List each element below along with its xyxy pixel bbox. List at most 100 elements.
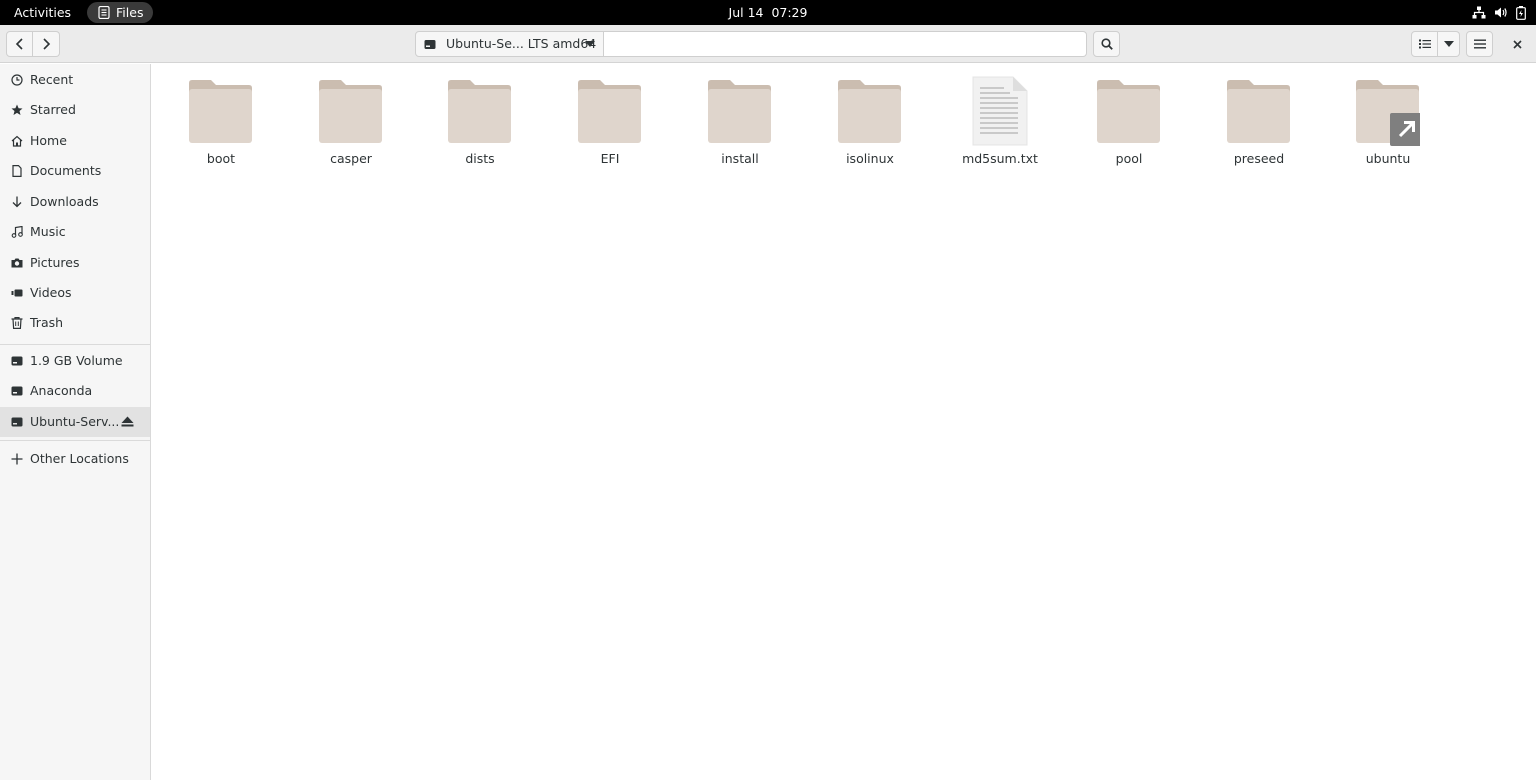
file-item-preseed[interactable]: preseed [1204,76,1314,172]
header-bar: Ubuntu-Se... LTS amd64 [0,25,1536,63]
video-icon [11,287,23,299]
battery-icon[interactable] [1516,5,1526,20]
sidebar-item-other-locations[interactable]: Other Locations [0,444,150,474]
folder-icon [578,76,642,146]
sidebar-divider [0,344,150,345]
sidebar-item-label: Documents [30,163,102,178]
back-button[interactable] [6,31,33,57]
back-icon [15,38,25,50]
file-name: md5sum.txt [962,151,1038,166]
file-item-isolinux[interactable]: isolinux [815,76,925,172]
sidebar-item-anaconda[interactable]: Anaconda [0,376,150,406]
download-icon [11,196,23,208]
sidebar-item-trash[interactable]: Trash [0,308,150,338]
clock-date[interactable]: Jul 14 [729,5,764,20]
trash-icon [11,317,23,329]
hamburger-menu-icon [1473,39,1486,49]
sidebar-item-label: Starred [30,102,76,117]
file-name: isolinux [846,151,894,166]
sidebar-item-starred[interactable]: Starred [0,95,150,125]
sidebar-item-documents[interactable]: Documents [0,156,150,186]
file-item-md5sum[interactable]: md5sum.txt [945,76,1055,172]
home-icon [11,135,23,147]
sidebar-item-recent[interactable]: Recent [0,65,150,95]
sidebar-item-home[interactable]: Home [0,126,150,156]
sidebar-item-label: Trash [30,315,64,330]
eject-icon[interactable] [121,416,134,427]
drive-icon [11,385,23,397]
file-name: boot [206,151,236,166]
plus-icon [11,453,23,465]
volume-icon[interactable] [1494,6,1508,19]
drive-icon [424,39,436,50]
list-view-button[interactable] [1411,31,1438,57]
file-name: pool [1115,151,1143,166]
folder-symlink-icon [1356,76,1420,146]
dropdown-icon[interactable] [585,41,595,47]
list-view-icon [1418,39,1431,49]
clock-icon [11,74,23,86]
file-item-ubuntu[interactable]: ubuntu [1333,76,1443,172]
location-entry[interactable] [604,31,1087,57]
view-options-button[interactable] [1438,31,1460,57]
camera-icon [11,257,23,269]
top-bar: Activities Files Jul 14 07:29 [0,0,1536,25]
forward-button[interactable] [33,31,60,57]
sidebar-item-label: Ubuntu-Serv... [30,414,120,429]
folder-icon [448,76,512,146]
clock: Jul 14 07:29 [0,0,1536,25]
sidebar-item-label: Recent [30,72,74,87]
network-wired-icon[interactable] [1472,6,1486,19]
files-app-icon [98,6,110,19]
sidebar: Recent Starred Home Documents Downloads … [0,64,151,780]
sidebar-item-ubuntu-server[interactable]: Ubuntu-Serv... [0,407,150,437]
sidebar-item-pictures[interactable]: Pictures [0,248,150,278]
location-path-button[interactable]: Ubuntu-Se... LTS amd64 [415,31,604,57]
system-tray[interactable] [1472,0,1526,25]
file-item-efi[interactable]: EFI [555,76,665,172]
sidebar-item-label: Anaconda [30,383,93,398]
sidebar-item-downloads[interactable]: Downloads [0,187,150,217]
main-menu-button[interactable] [1466,31,1493,57]
file-item-boot[interactable]: boot [166,76,276,172]
sidebar-item-label: Videos [30,285,72,300]
sidebar-item-music[interactable]: Music [0,217,150,247]
folder-icon [1227,76,1291,146]
file-name: casper [330,151,372,166]
folder-icon [189,76,253,146]
folder-icon [708,76,772,146]
folder-icon [838,76,902,146]
sidebar-item-label: Music [30,224,66,239]
sidebar-item-videos[interactable]: Videos [0,278,150,308]
clock-time[interactable]: 07:29 [771,5,807,20]
sidebar-item-label: Downloads [30,194,99,209]
sidebar-item-label: 1.9 GB Volume [30,353,123,368]
file-name: preseed [1233,151,1285,166]
folder-icon [319,76,383,146]
search-icon [1100,38,1113,50]
activities-button[interactable]: Activities [14,5,71,20]
app-menu-button[interactable]: Files [87,2,154,23]
text-file-icon [968,76,1032,146]
file-item-pool[interactable]: pool [1074,76,1184,172]
sidebar-divider [0,440,150,441]
location-label: Ubuntu-Se... LTS amd64 [446,36,597,51]
file-item-install[interactable]: install [685,76,795,172]
star-icon [11,104,23,116]
sidebar-item-label: Other Locations [30,451,129,466]
close-window-button[interactable] [1505,31,1529,57]
search-button[interactable] [1093,31,1120,57]
file-grid: boot casper dists EFI install isolinux m… [151,64,1536,780]
forward-icon [41,38,51,50]
file-name: ubuntu [1365,151,1411,166]
drive-icon [11,355,23,367]
file-item-dists[interactable]: dists [425,76,535,172]
file-name: EFI [600,151,620,166]
sidebar-item-label: Home [30,133,67,148]
sidebar-item-volume[interactable]: 1.9 GB Volume [0,346,150,376]
music-icon [11,226,23,238]
close-icon [1512,39,1522,49]
document-icon [11,165,23,177]
sidebar-item-label: Pictures [30,255,80,270]
file-item-casper[interactable]: casper [296,76,406,172]
